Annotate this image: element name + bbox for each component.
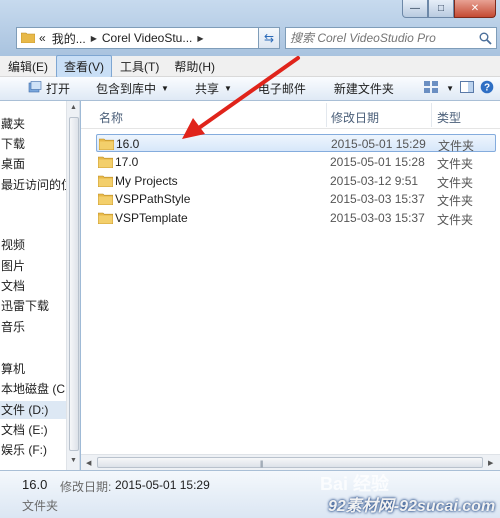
menu-tools[interactable]: 工具(T) bbox=[113, 56, 166, 77]
preview-pane-icon[interactable] bbox=[460, 81, 474, 96]
nav-item-computer[interactable]: 算机 bbox=[0, 360, 25, 378]
maximize-button[interactable]: □ bbox=[428, 0, 454, 18]
breadcrumb-item-mine[interactable]: 我的... bbox=[52, 30, 86, 47]
column-header-name[interactable]: 名称 bbox=[99, 109, 123, 126]
scroll-up-icon[interactable]: ▲ bbox=[70, 104, 77, 111]
share-button[interactable]: 共享 ▼ bbox=[179, 80, 242, 97]
refresh-icon: ⇆ bbox=[263, 31, 275, 45]
file-type: 文件夹 bbox=[437, 213, 474, 227]
folder-icon bbox=[97, 174, 114, 190]
breadcrumb: « 我的... ▶ Corel VideoStu... ▶ bbox=[39, 30, 209, 47]
file-name: My Projects bbox=[115, 174, 178, 188]
file-date: 2015-05-01 15:28 bbox=[330, 155, 425, 169]
breadcrumb-item-corel[interactable]: Corel VideoStu... bbox=[102, 31, 193, 45]
scroll-left-icon[interactable]: ◀ bbox=[86, 459, 91, 467]
details-modified-label: 修改日期: bbox=[60, 480, 112, 494]
view-controls: ▼ ? bbox=[418, 80, 500, 97]
close-button[interactable]: ✕ bbox=[454, 0, 496, 18]
nav-item-drive-e[interactable]: 文档 (E:) bbox=[0, 421, 48, 439]
file-date: 2015-05-01 15:29 bbox=[331, 137, 426, 151]
minimize-button[interactable]: — bbox=[402, 0, 428, 18]
column-divider[interactable] bbox=[326, 103, 327, 127]
site-watermark: 92素材网-92sucai.com bbox=[328, 498, 496, 515]
scroll-right-icon[interactable]: ▶ bbox=[488, 459, 493, 467]
command-bar: 打开 包含到库中 ▼ 共享 ▼ 电子邮件 新建文件夹 ▼ ? bbox=[0, 77, 500, 101]
search-box[interactable] bbox=[285, 27, 497, 49]
nav-item-drive-c[interactable]: 本地磁盘 (C:) bbox=[0, 380, 72, 398]
search-input[interactable] bbox=[290, 31, 496, 45]
navigation-row: « 我的... ▶ Corel VideoStu... ▶ ▼ ⇆ bbox=[0, 24, 500, 52]
chevron-down-icon[interactable]: ▼ bbox=[446, 84, 454, 93]
folder-icon bbox=[97, 155, 114, 171]
nav-item-thunder-downloads[interactable]: 迅雷下载 bbox=[0, 297, 49, 315]
grip-icon: ||| bbox=[260, 461, 264, 468]
chevron-down-icon: ▼ bbox=[223, 84, 232, 93]
folder-icon bbox=[98, 137, 115, 153]
file-type: 文件夹 bbox=[438, 139, 475, 153]
column-headers: 名称 修改日期 类型 bbox=[81, 101, 500, 129]
column-header-date[interactable]: 修改日期 bbox=[331, 109, 379, 126]
file-name: VSPTemplate bbox=[115, 211, 188, 225]
menu-help[interactable]: 帮助(H) bbox=[167, 56, 222, 77]
folder-icon bbox=[97, 192, 114, 208]
folder-icon bbox=[20, 31, 36, 46]
search-icon[interactable] bbox=[479, 32, 492, 48]
menu-edit[interactable]: 编辑(E) bbox=[1, 56, 55, 77]
menu-bar: 编辑(E) 查看(V) 工具(T) 帮助(H) bbox=[0, 54, 500, 78]
chevron-right-icon[interactable]: ▶ bbox=[91, 34, 97, 43]
table-row[interactable]: 16.0 2015-05-01 15:29 文件夹 bbox=[96, 134, 496, 153]
file-name: VSPPathStyle bbox=[115, 192, 191, 206]
nav-item-favorites[interactable]: 藏夹 bbox=[0, 115, 25, 133]
breadcrumb-overflow[interactable]: « bbox=[39, 31, 46, 45]
horizontal-scrollbar[interactable]: ◀ ||| ▶ bbox=[81, 454, 500, 470]
nav-item-desktop[interactable]: 桌面 bbox=[0, 155, 25, 173]
file-date: 2015-03-03 15:37 bbox=[330, 211, 425, 225]
file-type: 文件夹 bbox=[437, 176, 474, 190]
nav-item-drive-d[interactable]: 文件 (D:) bbox=[0, 401, 66, 419]
svg-text:?: ? bbox=[484, 83, 490, 94]
email-button[interactable]: 电子邮件 bbox=[242, 80, 316, 97]
table-row[interactable]: VSPPathStyle 2015-03-03 15:37 文件夹 bbox=[96, 190, 496, 208]
nav-item-pictures[interactable]: 图片 bbox=[0, 257, 25, 275]
view-options-icon[interactable] bbox=[424, 81, 440, 96]
nav-item-drive-f[interactable]: 娱乐 (F:) bbox=[0, 441, 47, 459]
details-file-name: 16.0 bbox=[22, 477, 48, 492]
folder-icon bbox=[97, 211, 114, 227]
file-name: 17.0 bbox=[115, 155, 139, 169]
help-icon[interactable]: ? bbox=[480, 80, 494, 97]
chevron-right-icon[interactable]: ▶ bbox=[197, 34, 203, 43]
open-icon bbox=[28, 81, 42, 96]
nav-scrollbar[interactable]: ▲ ▼ bbox=[66, 101, 79, 470]
nav-item-videos[interactable]: 视频 bbox=[0, 236, 25, 254]
table-row[interactable]: My Projects 2015-03-12 9:51 文件夹 bbox=[96, 172, 496, 190]
file-date: 2015-03-12 9:51 bbox=[330, 174, 419, 188]
file-date: 2015-03-03 15:37 bbox=[330, 192, 425, 206]
file-type: 文件夹 bbox=[437, 157, 474, 171]
table-row[interactable]: VSPTemplate 2015-03-03 15:37 文件夹 bbox=[96, 209, 496, 227]
nav-item-documents[interactable]: 文档 bbox=[0, 277, 25, 295]
file-name: 16.0 bbox=[116, 137, 140, 151]
file-list: 名称 修改日期 类型 16.0 2015-05-01 15:29 文件夹 17.… bbox=[81, 101, 500, 470]
chevron-down-icon: ▼ bbox=[161, 84, 169, 93]
window-controls: — □ ✕ bbox=[402, 0, 496, 20]
include-in-library-button[interactable]: 包含到库中 ▼ bbox=[80, 80, 179, 97]
column-divider[interactable] bbox=[431, 103, 432, 127]
address-bar[interactable]: « 我的... ▶ Corel VideoStu... ▶ ▼ bbox=[16, 27, 278, 49]
nav-scroll-thumb[interactable] bbox=[69, 117, 79, 451]
nav-item-downloads[interactable]: 下载 bbox=[0, 135, 25, 153]
open-button[interactable]: 打开 bbox=[0, 80, 80, 97]
details-file-type: 文件夹 bbox=[22, 499, 59, 513]
details-modified-value: 2015-05-01 15:29 bbox=[115, 478, 210, 492]
menu-view[interactable]: 查看(V) bbox=[56, 54, 112, 78]
refresh-button[interactable]: ⇆ bbox=[258, 27, 280, 49]
navigation-pane: 藏夹 下载 桌面 最近访问的位置 视频 图片 文档 迅雷下载 音乐 算机 本地磁… bbox=[0, 101, 80, 470]
nav-item-music[interactable]: 音乐 bbox=[0, 318, 25, 336]
table-row[interactable]: 17.0 2015-05-01 15:28 文件夹 bbox=[96, 153, 496, 171]
file-type: 文件夹 bbox=[437, 194, 474, 208]
horizontal-scroll-thumb[interactable]: ||| bbox=[97, 457, 483, 468]
new-folder-button[interactable]: 新建文件夹 bbox=[316, 80, 404, 97]
scroll-down-icon[interactable]: ▼ bbox=[70, 457, 77, 464]
column-header-type[interactable]: 类型 bbox=[437, 109, 461, 126]
